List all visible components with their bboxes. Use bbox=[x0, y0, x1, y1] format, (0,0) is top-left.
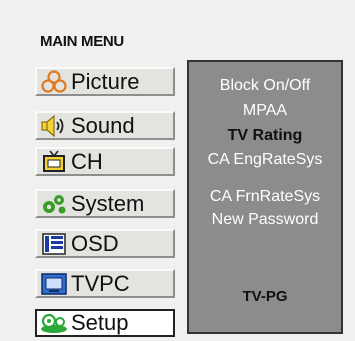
option-block-on-off[interactable]: Block On/Off bbox=[189, 78, 341, 94]
menu-item-label: Sound bbox=[71, 112, 135, 138]
option-ca-frn-rate-sys[interactable]: CA FrnRateSys bbox=[189, 189, 341, 205]
menu-item-system[interactable]: System bbox=[35, 189, 175, 218]
menu-item-label: Setup bbox=[71, 310, 129, 335]
menu-item-label: CH bbox=[71, 148, 103, 174]
option-new-password[interactable]: New Password bbox=[189, 212, 341, 228]
menu-item-sound[interactable]: Sound bbox=[35, 111, 175, 140]
sound-icon bbox=[37, 113, 71, 139]
picture-icon bbox=[37, 69, 71, 95]
menu-item-label: System bbox=[71, 190, 145, 216]
tv-rating-value: TV-PG bbox=[242, 288, 288, 305]
option-mpaa[interactable]: MPAA bbox=[189, 103, 341, 119]
osd-icon bbox=[37, 231, 71, 257]
menu-item-tvpc[interactable]: TVPC bbox=[35, 269, 175, 298]
menu-item-label: TVPC bbox=[71, 270, 130, 296]
tvpc-icon bbox=[37, 271, 71, 297]
setup-icon bbox=[37, 310, 71, 336]
system-icon bbox=[37, 191, 71, 217]
option-ca-eng-rate-sys[interactable]: CA EngRateSys bbox=[189, 152, 341, 168]
setup-submenu-panel: Block On/Off MPAA TV Rating CA EngRateSy… bbox=[187, 60, 343, 334]
menu-item-label: OSD bbox=[71, 230, 119, 256]
option-tv-rating[interactable]: TV Rating bbox=[189, 128, 341, 144]
menu-item-ch[interactable]: CH bbox=[35, 147, 175, 176]
menu-item-osd[interactable]: OSD bbox=[35, 229, 175, 258]
menu-item-picture[interactable]: Picture bbox=[35, 67, 175, 96]
menu-item-label: Picture bbox=[71, 68, 140, 94]
tv-channel-icon bbox=[37, 149, 71, 175]
menu-item-setup[interactable]: Setup bbox=[35, 309, 175, 337]
main-menu-title: MAIN MENU bbox=[40, 33, 124, 50]
